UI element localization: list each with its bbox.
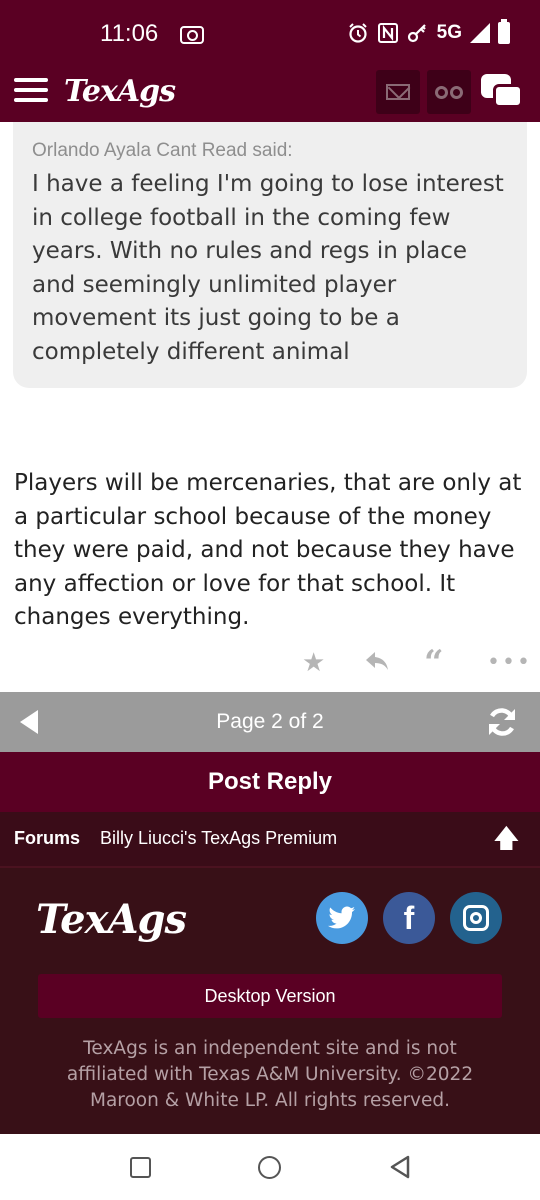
reply-icon[interactable] bbox=[364, 648, 390, 674]
nfc-icon bbox=[377, 23, 398, 43]
desktop-version-button[interactable]: Desktop Version bbox=[38, 974, 502, 1018]
mail-icon bbox=[386, 84, 410, 100]
twitter-icon[interactable] bbox=[316, 892, 368, 944]
status-time: 11:06 bbox=[100, 20, 159, 47]
quote-block: Orlando Ayala Cant Read said: I have a f… bbox=[13, 122, 527, 388]
app-header: TexAgs bbox=[0, 70, 540, 122]
signal-icon bbox=[470, 23, 490, 43]
home-icon[interactable] bbox=[258, 1156, 281, 1179]
post-reply-button[interactable]: Post Reply bbox=[0, 752, 540, 812]
breadcrumb-forums-link[interactable]: Forums bbox=[14, 828, 80, 849]
footer-disclaimer: TexAgs is an independent site and is not… bbox=[66, 1038, 474, 1111]
menu-icon[interactable] bbox=[14, 78, 48, 108]
binoculars-icon bbox=[435, 85, 463, 99]
quote-author: Orlando Ayala Cant Read said: bbox=[32, 140, 293, 161]
texags-logo[interactable]: TexAgs bbox=[64, 74, 176, 109]
quote-icon[interactable]: “ bbox=[424, 646, 444, 680]
network-type: 5G bbox=[436, 22, 462, 43]
page-indicator[interactable]: Page 2 of 2 bbox=[0, 710, 540, 734]
watch-button[interactable] bbox=[427, 70, 471, 114]
refresh-icon[interactable] bbox=[484, 704, 520, 740]
alarm-icon bbox=[348, 23, 367, 43]
android-nav-bar bbox=[0, 1134, 540, 1200]
scroll-top-arrow-icon[interactable]: 🡅 bbox=[493, 824, 520, 854]
breadcrumb-forum-link[interactable]: Billy Liucci's TexAgs Premium bbox=[100, 828, 337, 849]
recents-icon[interactable] bbox=[130, 1157, 151, 1178]
instagram-icon[interactable] bbox=[450, 892, 502, 944]
footer: TexAgs f Desktop Version TexAgs is an in… bbox=[0, 868, 540, 1134]
status-bar: 11:06 5G bbox=[0, 0, 540, 70]
key-icon bbox=[407, 24, 426, 43]
battery-icon bbox=[498, 19, 510, 44]
post-body: Players will be mercenaries, that are on… bbox=[14, 470, 522, 630]
status-icons: 5G bbox=[347, 19, 510, 44]
screen-record-icon bbox=[180, 26, 204, 44]
messages-button[interactable] bbox=[376, 70, 420, 114]
back-icon[interactable] bbox=[388, 1154, 412, 1180]
more-icon[interactable]: ••• bbox=[487, 648, 532, 678]
quote-text: I have a feeling I'm going to lose inter… bbox=[32, 171, 504, 365]
star-icon[interactable]: ★ bbox=[302, 648, 325, 678]
breadcrumb: Forums Billy Liucci's TexAgs Premium 🡅 bbox=[0, 812, 540, 868]
pager: Page 2 of 2 bbox=[0, 692, 540, 752]
chat-icon[interactable] bbox=[481, 74, 525, 114]
facebook-icon[interactable]: f bbox=[383, 892, 435, 944]
footer-logo[interactable]: TexAgs bbox=[36, 896, 187, 943]
post-actions: ★ “ ••• bbox=[0, 646, 540, 680]
